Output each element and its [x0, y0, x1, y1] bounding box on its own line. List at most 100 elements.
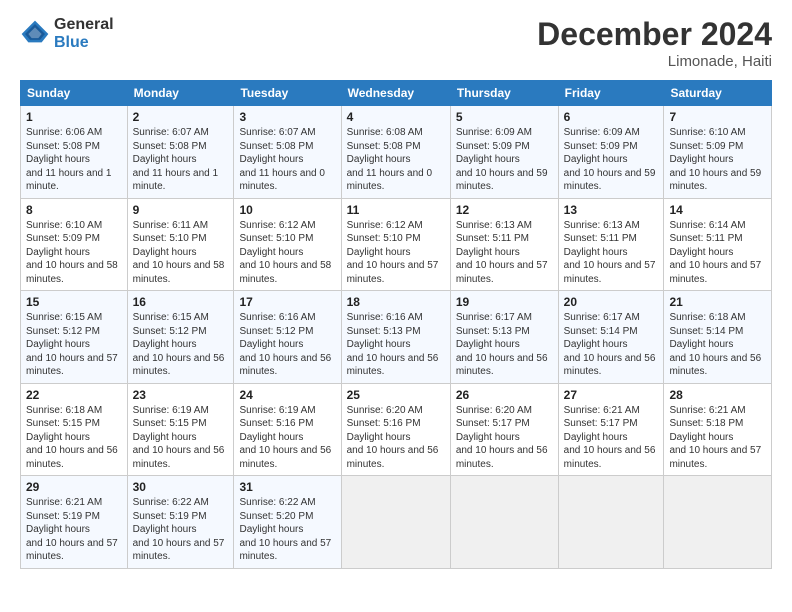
day-number: 3: [239, 110, 335, 124]
table-row: 30 Sunrise: 6:22 AMSunset: 5:19 PMDayligh…: [127, 476, 234, 569]
table-row: 31 Sunrise: 6:22 AMSunset: 5:20 PMDayligh…: [234, 476, 341, 569]
day-detail: Sunrise: 6:18 AMSunset: 5:15 PMDaylight …: [26, 405, 118, 470]
day-number: 13: [564, 203, 659, 217]
table-row: 1 Sunrise: 6:06 AMSunset: 5:08 PMDaylight…: [21, 106, 128, 199]
day-detail: Sunrise: 6:17 AMSunset: 5:14 PMDaylight …: [564, 312, 656, 377]
table-row: 15 Sunrise: 6:15 AMSunset: 5:12 PMDayligh…: [21, 291, 128, 384]
day-detail: Sunrise: 6:07 AMSunset: 5:08 PMDaylight …: [133, 127, 218, 192]
day-number: 30: [133, 480, 229, 494]
logo-general: General: [54, 16, 114, 34]
day-detail: Sunrise: 6:14 AMSunset: 5:11 PMDaylight …: [669, 220, 761, 285]
table-row: 19Sunrise: 6:17 AMSunset: 5:13 PMDayligh…: [450, 291, 558, 384]
day-number: 8: [26, 203, 122, 217]
table-row: 5 Sunrise: 6:09 AMSunset: 5:09 PMDaylight…: [450, 106, 558, 199]
day-number: 20: [564, 295, 659, 309]
table-row: 10Sunrise: 6:12 AMSunset: 5:10 PMDayligh…: [234, 198, 341, 291]
day-number: 11: [347, 203, 445, 217]
day-number: 26: [456, 388, 553, 402]
day-detail: Sunrise: 6:21 AMSunset: 5:19 PMDaylight …: [26, 497, 118, 562]
table-row: 6 Sunrise: 6:09 AMSunset: 5:09 PMDaylight…: [558, 106, 664, 199]
table-row: [558, 476, 664, 569]
day-detail: Sunrise: 6:15 AMSunset: 5:12 PMDaylight …: [26, 312, 118, 377]
calendar-week-2: 8Sunrise: 6:10 AMSunset: 5:09 PMDaylight…: [21, 198, 772, 291]
day-detail: Sunrise: 6:22 AMSunset: 5:20 PMDaylight …: [239, 497, 331, 562]
day-detail: Sunrise: 6:09 AMSunset: 5:09 PMDaylight …: [564, 127, 656, 192]
day-detail: Sunrise: 6:09 AMSunset: 5:09 PMDaylight …: [456, 127, 548, 192]
day-number: 17: [239, 295, 335, 309]
day-detail: Sunrise: 6:21 AMSunset: 5:17 PMDaylight …: [564, 405, 656, 470]
table-row: 28Sunrise: 6:21 AMSunset: 5:18 PMDayligh…: [664, 383, 772, 476]
logo: General Blue: [20, 16, 114, 51]
day-number: 6: [564, 110, 659, 124]
col-monday: Monday: [127, 81, 234, 106]
day-number: 25: [347, 388, 445, 402]
page: General Blue December 2024 Limonade, Hai…: [0, 0, 792, 612]
day-number: 2: [133, 110, 229, 124]
day-number: 21: [669, 295, 766, 309]
table-row: [450, 476, 558, 569]
table-row: 20 Sunrise: 6:17 AMSunset: 5:14 PMDayligh…: [558, 291, 664, 384]
day-number: 14: [669, 203, 766, 217]
day-number: 10: [239, 203, 335, 217]
day-detail: Sunrise: 6:12 AMSunset: 5:10 PMDaylight …: [347, 220, 439, 285]
logo-icon: [20, 19, 50, 49]
day-number: 23: [133, 388, 229, 402]
table-row: 24Sunrise: 6:19 AMSunset: 5:16 PMDayligh…: [234, 383, 341, 476]
header: General Blue December 2024 Limonade, Hai…: [20, 16, 772, 70]
table-row: 21 Sunrise: 6:18 AMSunset: 5:14 PMDayligh…: [664, 291, 772, 384]
day-number: 24: [239, 388, 335, 402]
table-row: 9Sunrise: 6:11 AMSunset: 5:10 PMDaylight…: [127, 198, 234, 291]
table-row: 14 Sunrise: 6:14 AMSunset: 5:11 PMDayligh…: [664, 198, 772, 291]
calendar-week-1: 1 Sunrise: 6:06 AMSunset: 5:08 PMDaylight…: [21, 106, 772, 199]
table-row: 18Sunrise: 6:16 AMSunset: 5:13 PMDayligh…: [341, 291, 450, 384]
day-detail: Sunrise: 6:21 AMSunset: 5:18 PMDaylight …: [669, 405, 761, 470]
day-number: 16: [133, 295, 229, 309]
col-saturday: Saturday: [664, 81, 772, 106]
table-row: [664, 476, 772, 569]
table-row: 4 Sunrise: 6:08 AMSunset: 5:08 PMDaylight…: [341, 106, 450, 199]
day-number: 1: [26, 110, 122, 124]
day-number: 4: [347, 110, 445, 124]
col-friday: Friday: [558, 81, 664, 106]
table-row: 22Sunrise: 6:18 AMSunset: 5:15 PMDayligh…: [21, 383, 128, 476]
day-detail: Sunrise: 6:13 AMSunset: 5:11 PMDaylight …: [564, 220, 656, 285]
day-detail: Sunrise: 6:20 AMSunset: 5:16 PMDaylight …: [347, 405, 439, 470]
table-row: 8Sunrise: 6:10 AMSunset: 5:09 PMDaylight…: [21, 198, 128, 291]
day-detail: Sunrise: 6:10 AMSunset: 5:09 PMDaylight …: [669, 127, 761, 192]
day-detail: Sunrise: 6:08 AMSunset: 5:08 PMDaylight …: [347, 127, 432, 192]
day-detail: Sunrise: 6:17 AMSunset: 5:13 PMDaylight …: [456, 312, 548, 377]
table-row: 23 Sunrise: 6:19 AMSunset: 5:15 PMDayligh…: [127, 383, 234, 476]
day-detail: Sunrise: 6:06 AMSunset: 5:08 PMDaylight …: [26, 127, 111, 192]
calendar-week-5: 29 Sunrise: 6:21 AMSunset: 5:19 PMDayligh…: [21, 476, 772, 569]
day-detail: Sunrise: 6:19 AMSunset: 5:15 PMDaylight …: [133, 405, 225, 470]
day-number: 5: [456, 110, 553, 124]
day-number: 12: [456, 203, 553, 217]
table-row: 27Sunrise: 6:21 AMSunset: 5:17 PMDayligh…: [558, 383, 664, 476]
table-row: 2 Sunrise: 6:07 AMSunset: 5:08 PMDaylight…: [127, 106, 234, 199]
day-number: 29: [26, 480, 122, 494]
table-row: 26 Sunrise: 6:20 AMSunset: 5:17 PMDayligh…: [450, 383, 558, 476]
table-row: 13 Sunrise: 6:13 AMSunset: 5:11 PMDayligh…: [558, 198, 664, 291]
day-number: 15: [26, 295, 122, 309]
day-number: 31: [239, 480, 335, 494]
day-detail: Sunrise: 6:15 AMSunset: 5:12 PMDaylight …: [133, 312, 225, 377]
day-detail: Sunrise: 6:18 AMSunset: 5:14 PMDaylight …: [669, 312, 761, 377]
subtitle: Limonade, Haiti: [537, 53, 772, 70]
logo-blue: Blue: [54, 34, 114, 52]
day-detail: Sunrise: 6:07 AMSunset: 5:08 PMDaylight …: [239, 127, 324, 192]
col-sunday: Sunday: [21, 81, 128, 106]
day-detail: Sunrise: 6:16 AMSunset: 5:13 PMDaylight …: [347, 312, 439, 377]
table-row: 11 Sunrise: 6:12 AMSunset: 5:10 PMDayligh…: [341, 198, 450, 291]
day-detail: Sunrise: 6:22 AMSunset: 5:19 PMDaylight …: [133, 497, 225, 562]
day-detail: Sunrise: 6:13 AMSunset: 5:11 PMDaylight …: [456, 220, 548, 285]
logo-text: General Blue: [54, 16, 114, 51]
calendar-header-row: Sunday Monday Tuesday Wednesday Thursday…: [21, 81, 772, 106]
col-tuesday: Tuesday: [234, 81, 341, 106]
col-thursday: Thursday: [450, 81, 558, 106]
day-detail: Sunrise: 6:20 AMSunset: 5:17 PMDaylight …: [456, 405, 548, 470]
main-title: December 2024: [537, 16, 772, 53]
table-row: [341, 476, 450, 569]
calendar-table: Sunday Monday Tuesday Wednesday Thursday…: [20, 80, 772, 569]
table-row: 17Sunrise: 6:16 AMSunset: 5:12 PMDayligh…: [234, 291, 341, 384]
day-detail: Sunrise: 6:11 AMSunset: 5:10 PMDaylight …: [133, 220, 225, 285]
